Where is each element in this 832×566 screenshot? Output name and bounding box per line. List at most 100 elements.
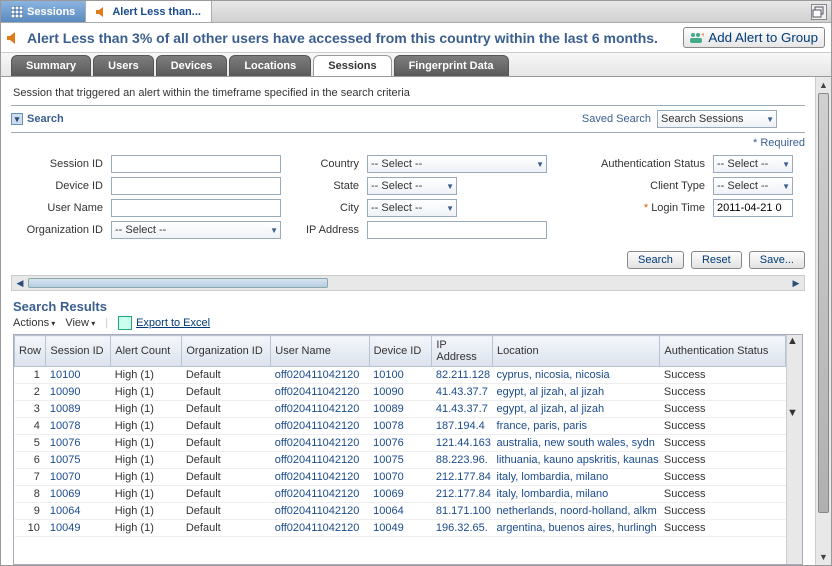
cell[interactable]: italy, lombardia, milano xyxy=(493,486,660,503)
table-row[interactable]: 410078High (1)Defaultoff0204110421201007… xyxy=(15,418,786,435)
table-row[interactable]: 110100High (1)Defaultoff0204110421201010… xyxy=(15,367,786,384)
cell[interactable]: 10078 xyxy=(46,418,111,435)
table-row[interactable]: 710070High (1)Defaultoff0204110421201007… xyxy=(15,469,786,486)
cell[interactable]: 10049 xyxy=(46,520,111,537)
auth-status-select[interactable]: -- Select --▼ xyxy=(713,155,793,173)
restore-window-icon[interactable] xyxy=(811,4,827,20)
table-row[interactable]: 810069High (1)Defaultoff0204110421201006… xyxy=(15,486,786,503)
cell[interactable]: 82.211.128 xyxy=(432,367,493,384)
org-id-select[interactable]: -- Select --▼ xyxy=(111,221,281,239)
cell[interactable]: off020411042120 xyxy=(271,503,369,520)
login-time-input[interactable] xyxy=(713,199,793,217)
client-type-select[interactable]: -- Select --▼ xyxy=(713,177,793,195)
city-select[interactable]: -- Select --▼ xyxy=(367,199,457,217)
tab-users[interactable]: Users xyxy=(93,55,154,76)
cell[interactable]: off020411042120 xyxy=(271,435,369,452)
tab-devices[interactable]: Devices xyxy=(156,55,228,76)
cell[interactable]: netherlands, noord-holland, alkm xyxy=(493,503,660,520)
tab-locations[interactable]: Locations xyxy=(229,55,311,76)
save-button[interactable]: Save... xyxy=(749,251,805,269)
cell[interactable]: 10089 xyxy=(46,401,111,418)
cell[interactable]: off020411042120 xyxy=(271,384,369,401)
user-name-input[interactable] xyxy=(111,199,281,217)
table-row[interactable]: 1010049High (1)Defaultoff020411042120100… xyxy=(15,520,786,537)
table-row[interactable]: 910064High (1)Defaultoff0204110421201006… xyxy=(15,503,786,520)
actions-menu[interactable]: Actions xyxy=(13,317,55,329)
cell[interactable]: egypt, al jizah, al jizah xyxy=(493,384,660,401)
column-header[interactable]: Session ID xyxy=(46,336,111,367)
cell[interactable]: italy, lombardia, milano xyxy=(493,469,660,486)
cell[interactable]: 212.177.84 xyxy=(432,469,493,486)
scroll-up-arrow[interactable]: ▲ xyxy=(787,335,802,347)
cell[interactable]: 41.43.37.7 xyxy=(432,401,493,418)
cell[interactable]: 10078 xyxy=(369,418,432,435)
ip-address-input[interactable] xyxy=(367,221,547,239)
cell[interactable]: argentina, buenos aires, hurlingh xyxy=(493,520,660,537)
cell[interactable]: lithuania, kauno apskritis, kaunas xyxy=(493,452,660,469)
main-vertical-scrollbar[interactable]: ▲ ▼ xyxy=(815,77,831,565)
cell[interactable]: off020411042120 xyxy=(271,367,369,384)
table-row[interactable]: 510076High (1)Defaultoff0204110421201007… xyxy=(15,435,786,452)
horizontal-scrollbar[interactable]: ◀ ▶ xyxy=(11,275,805,291)
table-row[interactable]: 610075High (1)Defaultoff0204110421201007… xyxy=(15,452,786,469)
cell[interactable]: 10089 xyxy=(369,401,432,418)
cell[interactable]: 196.32.65. xyxy=(432,520,493,537)
cell[interactable]: cyprus, nicosia, nicosia xyxy=(493,367,660,384)
tab-fingerprint-data[interactable]: Fingerprint Data xyxy=(394,55,509,76)
cell[interactable]: 187.194.4 xyxy=(432,418,493,435)
collapse-toggle-icon[interactable]: ▾ xyxy=(11,113,23,125)
add-alert-to-group-button[interactable]: + Add Alert to Group xyxy=(683,27,825,48)
cell[interactable]: 41.43.37.7 xyxy=(432,384,493,401)
cell[interactable]: 212.177.84 xyxy=(432,486,493,503)
table-vertical-scrollbar[interactable]: ▲ ▼ xyxy=(786,335,802,564)
cell[interactable]: 10069 xyxy=(46,486,111,503)
cell[interactable]: 10100 xyxy=(369,367,432,384)
cell[interactable]: 10049 xyxy=(369,520,432,537)
device-id-input[interactable] xyxy=(111,177,281,195)
tab-summary[interactable]: Summary xyxy=(11,55,91,76)
state-select[interactable]: -- Select --▼ xyxy=(367,177,457,195)
scroll-down-arrow[interactable]: ▼ xyxy=(787,407,802,419)
column-header[interactable]: Location xyxy=(493,336,660,367)
cell[interactable]: off020411042120 xyxy=(271,401,369,418)
cell[interactable]: off020411042120 xyxy=(271,418,369,435)
cell[interactable]: 10100 xyxy=(46,367,111,384)
cell[interactable]: 10069 xyxy=(369,486,432,503)
column-header[interactable]: IP Address xyxy=(432,336,493,367)
cell[interactable]: off020411042120 xyxy=(271,469,369,486)
cell[interactable]: 10076 xyxy=(46,435,111,452)
session-id-input[interactable] xyxy=(111,155,281,173)
export-to-excel-link[interactable]: Export to Excel xyxy=(118,316,210,330)
scroll-left-arrow[interactable]: ◀ xyxy=(12,276,28,290)
table-row[interactable]: 310089High (1)Defaultoff0204110421201008… xyxy=(15,401,786,418)
cell[interactable]: 10075 xyxy=(369,452,432,469)
saved-search-select[interactable]: Search Sessions ▼ xyxy=(657,110,777,128)
window-tab-sessions[interactable]: Sessions xyxy=(1,1,86,22)
cell[interactable]: france, paris, paris xyxy=(493,418,660,435)
scroll-thumb[interactable] xyxy=(787,347,802,407)
cell[interactable]: off020411042120 xyxy=(271,486,369,503)
cell[interactable]: 10090 xyxy=(369,384,432,401)
scroll-thumb[interactable] xyxy=(818,93,829,513)
cell[interactable]: 10090 xyxy=(46,384,111,401)
cell[interactable]: 10064 xyxy=(46,503,111,520)
tab-sessions[interactable]: Sessions xyxy=(313,55,391,76)
scroll-down-arrow[interactable]: ▼ xyxy=(816,549,831,565)
column-header[interactable]: Authentication Status xyxy=(660,336,786,367)
table-row[interactable]: 210090High (1)Defaultoff0204110421201009… xyxy=(15,384,786,401)
column-header[interactable]: Row xyxy=(15,336,46,367)
country-select[interactable]: -- Select --▼ xyxy=(367,155,547,173)
cell[interactable]: 81.171.100 xyxy=(432,503,493,520)
scroll-right-arrow[interactable]: ▶ xyxy=(788,276,804,290)
cell[interactable]: 10070 xyxy=(369,469,432,486)
reset-button[interactable]: Reset xyxy=(691,251,742,269)
cell[interactable]: 10070 xyxy=(46,469,111,486)
cell[interactable]: 10064 xyxy=(369,503,432,520)
cell[interactable]: off020411042120 xyxy=(271,452,369,469)
cell[interactable]: off020411042120 xyxy=(271,520,369,537)
cell[interactable]: 88.223.96. xyxy=(432,452,493,469)
search-button[interactable]: Search xyxy=(627,251,684,269)
column-header[interactable]: Device ID xyxy=(369,336,432,367)
column-header[interactable]: Organization ID xyxy=(182,336,271,367)
cell[interactable]: 10075 xyxy=(46,452,111,469)
